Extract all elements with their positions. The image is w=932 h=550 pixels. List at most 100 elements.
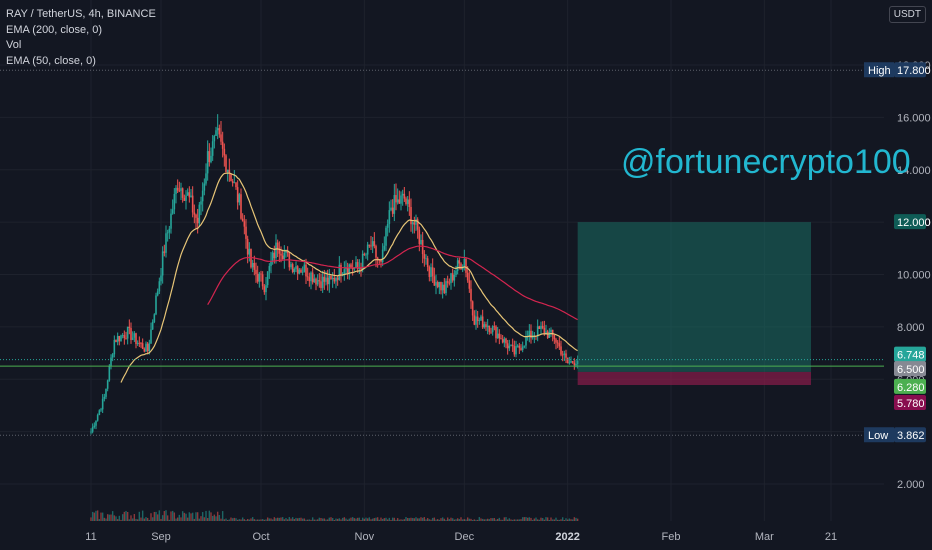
candle-body bbox=[410, 206, 412, 225]
candle-body bbox=[256, 274, 259, 282]
volume-bar bbox=[193, 518, 196, 521]
candle-body bbox=[395, 195, 397, 203]
candle-body bbox=[488, 325, 491, 332]
volume-bar bbox=[376, 517, 379, 521]
candle-body bbox=[475, 316, 477, 325]
candle-body bbox=[203, 183, 206, 191]
candle-body bbox=[186, 192, 189, 196]
volume-bar bbox=[125, 510, 127, 521]
price-chart[interactable]: 2.0004.0006.0008.00010.00012.00014.00016… bbox=[0, 0, 932, 550]
volume-bar bbox=[243, 519, 246, 521]
badge-label: High bbox=[868, 65, 891, 77]
candle-body bbox=[103, 396, 106, 399]
volume-bar bbox=[455, 519, 457, 521]
volume-bar bbox=[366, 518, 369, 521]
candle-body bbox=[183, 197, 186, 201]
currency-button[interactable]: USDT bbox=[888, 6, 926, 23]
price-badge-value: 5.780 bbox=[897, 398, 925, 410]
candle-body bbox=[568, 362, 571, 364]
candle-body bbox=[325, 277, 327, 282]
volume-bar bbox=[253, 519, 256, 521]
candle-body bbox=[281, 255, 284, 260]
volume-bar bbox=[301, 518, 304, 521]
volume-bar bbox=[288, 517, 291, 521]
volume-bar bbox=[516, 519, 519, 521]
candle-body bbox=[315, 278, 317, 285]
volume-bar bbox=[540, 517, 542, 521]
volume-bar bbox=[436, 519, 439, 521]
candle-body bbox=[155, 295, 157, 315]
candle-body bbox=[523, 345, 526, 347]
volume-bar bbox=[283, 519, 286, 521]
volume-bar bbox=[206, 518, 209, 521]
candle-body bbox=[483, 324, 486, 328]
candle-body bbox=[441, 284, 444, 291]
volume-bar bbox=[505, 517, 507, 521]
volume-bar bbox=[190, 513, 192, 521]
candle-body bbox=[308, 277, 311, 282]
volume-bar bbox=[441, 517, 444, 521]
volume-bar bbox=[396, 518, 399, 521]
candle-body bbox=[460, 263, 462, 270]
x-tick-label: Feb bbox=[662, 531, 681, 543]
candle-body bbox=[453, 275, 456, 281]
volume-bar bbox=[300, 517, 302, 521]
candle-body bbox=[560, 346, 562, 355]
volume-bar bbox=[520, 519, 522, 521]
candle-body bbox=[465, 259, 467, 273]
candle-body bbox=[373, 241, 376, 247]
candle-body bbox=[340, 264, 342, 276]
volume-bar bbox=[323, 518, 326, 521]
volume-bar bbox=[150, 513, 152, 521]
candle-body bbox=[555, 339, 557, 343]
candle-body bbox=[161, 251, 164, 276]
volume-bar bbox=[151, 517, 154, 521]
volume-bar bbox=[290, 518, 292, 521]
volume-bar bbox=[308, 519, 311, 521]
volume-bar bbox=[115, 516, 117, 521]
price-badge-value: 6.280 bbox=[897, 382, 925, 394]
legend-symbol[interactable]: RAY / TetherUS, 4h, BINANCE bbox=[6, 7, 156, 23]
candle-body bbox=[505, 338, 507, 344]
volume-bar bbox=[291, 517, 294, 521]
volume-bar bbox=[550, 517, 552, 521]
y-tick-label: 8.000 bbox=[897, 322, 925, 334]
candle-body bbox=[273, 252, 276, 259]
candle-body bbox=[123, 335, 126, 339]
legend-ema50[interactable]: EMA (50, close, 0) bbox=[6, 54, 156, 70]
volume-bar bbox=[388, 517, 391, 521]
volume-bar bbox=[191, 512, 194, 521]
volume-bar bbox=[331, 518, 334, 521]
volume-bar bbox=[511, 519, 514, 521]
volume-bar bbox=[105, 518, 107, 521]
volume-bar bbox=[475, 519, 477, 521]
volume-bar bbox=[285, 518, 287, 521]
candle-body bbox=[145, 343, 147, 352]
volume-bar bbox=[575, 517, 577, 521]
volume-bar bbox=[391, 517, 394, 521]
candle-body bbox=[208, 151, 211, 163]
volume-bar bbox=[306, 519, 309, 521]
candle-body bbox=[365, 254, 367, 256]
candle-body bbox=[191, 195, 194, 213]
candle-body bbox=[160, 275, 162, 282]
volume-bar bbox=[573, 517, 576, 521]
volume-bar bbox=[418, 518, 421, 521]
volume-bar bbox=[106, 514, 109, 521]
candle-body bbox=[503, 338, 506, 343]
candle-body bbox=[125, 338, 127, 339]
volume-bar bbox=[570, 519, 572, 521]
volume-bar bbox=[136, 519, 139, 521]
candle-body bbox=[128, 326, 131, 329]
volume-bar bbox=[425, 519, 427, 521]
candle-body bbox=[201, 190, 204, 202]
volume-bar bbox=[231, 518, 234, 521]
legend-vol[interactable]: Vol bbox=[6, 38, 156, 54]
y-tick-label: 10.000 bbox=[897, 270, 931, 282]
volume-bar bbox=[395, 519, 397, 521]
volume-bar bbox=[571, 519, 574, 521]
candle-body bbox=[478, 320, 481, 322]
volume-bar bbox=[428, 519, 431, 521]
candle-body bbox=[110, 357, 112, 366]
legend-ema200[interactable]: EMA (200, close, 0) bbox=[6, 23, 156, 39]
